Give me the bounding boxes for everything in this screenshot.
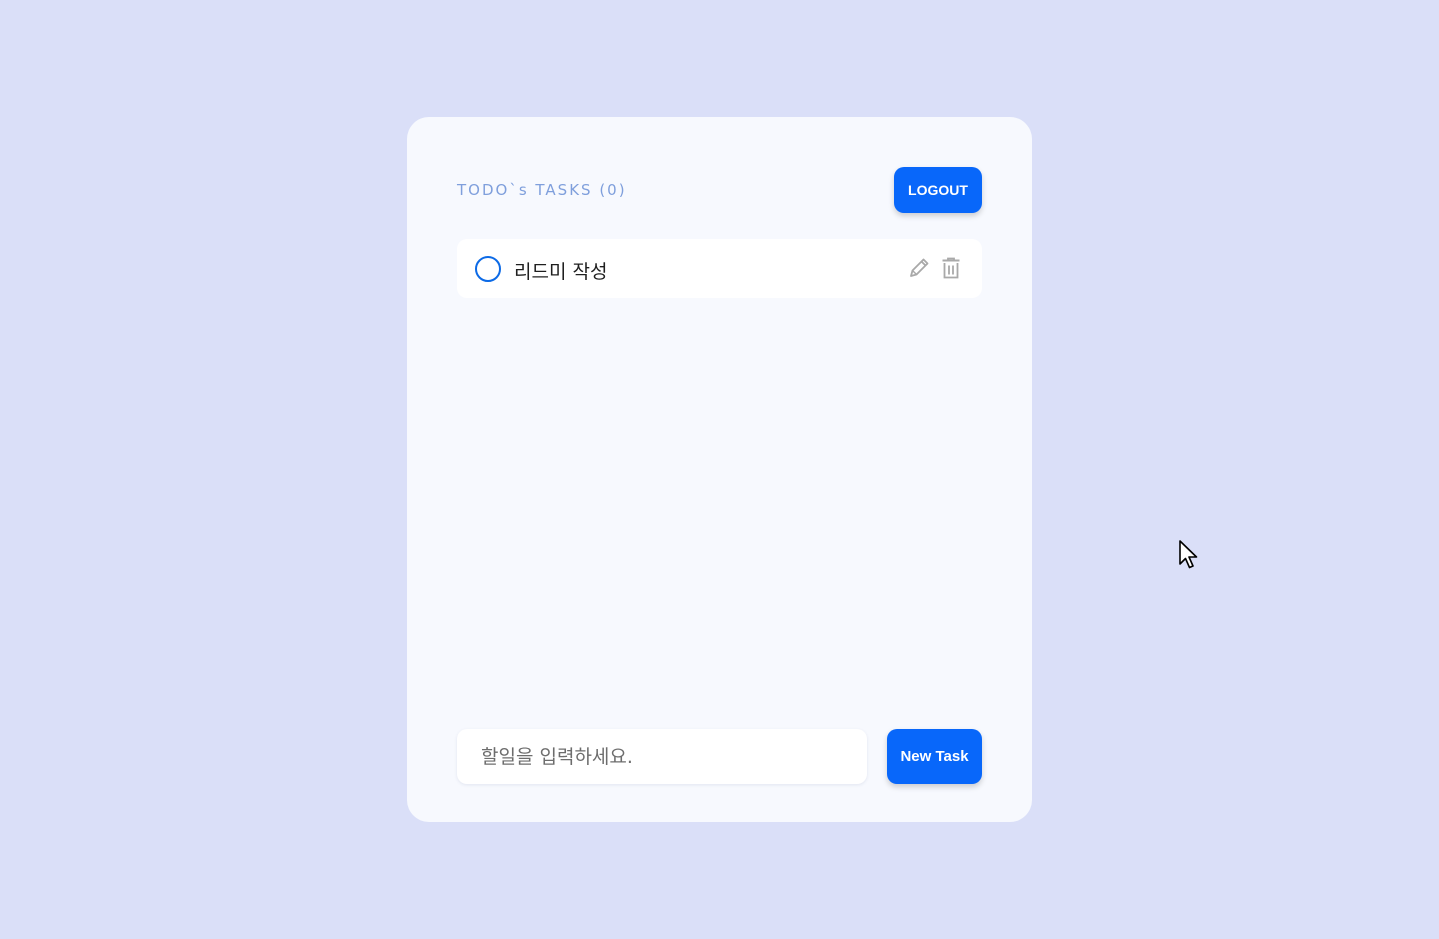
todo-card: TODO`s TASKS (0) LOGOUT 리드미 작성 할일을 입력하세요… — [407, 117, 1032, 822]
pencil-icon[interactable] — [906, 255, 932, 281]
trash-icon[interactable] — [938, 255, 964, 281]
new-task-row: New Task — [457, 729, 982, 784]
card-header: TODO`s TASKS (0) LOGOUT — [457, 167, 982, 213]
new-task-button[interactable]: New Task — [887, 729, 982, 784]
new-task-input[interactable] — [457, 729, 867, 784]
logout-button[interactable]: LOGOUT — [894, 167, 982, 213]
task-label: 리드미 작성 — [514, 261, 608, 283]
task-item: 리드미 작성 — [457, 239, 982, 298]
task-list: 리드미 작성 — [457, 239, 982, 298]
page-title: TODO`s TASKS (0) — [457, 181, 627, 199]
task-checkbox[interactable] — [475, 256, 501, 282]
mouse-pointer-icon — [1178, 540, 1200, 570]
